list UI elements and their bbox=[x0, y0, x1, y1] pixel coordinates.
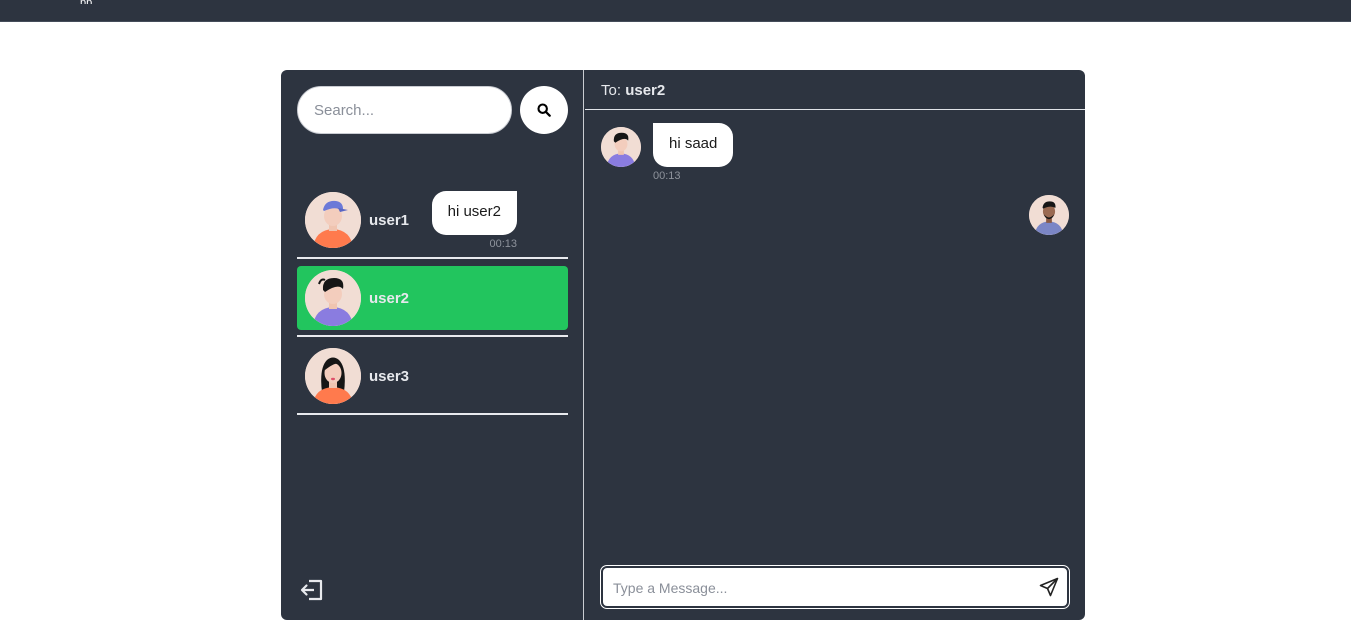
chat-app: user1 user2 bbox=[281, 70, 1085, 620]
chat-header: To: user2 bbox=[585, 70, 1085, 110]
avatar bbox=[305, 192, 361, 248]
user-item-user2[interactable]: user2 bbox=[297, 266, 568, 337]
chat-panel: To: user2 hi saad 00:13 hi user2 00:13 bbox=[431, 70, 1085, 620]
avatar bbox=[601, 127, 641, 167]
avatar bbox=[1029, 195, 1069, 235]
user-name: user1 bbox=[369, 211, 410, 229]
message-composer bbox=[601, 566, 1069, 608]
navbar-fragment: pp bbox=[80, 0, 94, 4]
message-bubble: hi saad bbox=[653, 123, 734, 167]
sidebar: user1 user2 bbox=[281, 70, 584, 620]
search-icon bbox=[537, 103, 551, 117]
search-button[interactable] bbox=[520, 86, 568, 134]
logout-icon[interactable] bbox=[299, 577, 325, 603]
message-input[interactable] bbox=[611, 568, 1035, 608]
avatar bbox=[305, 348, 361, 404]
message-time: 00:13 bbox=[489, 238, 517, 250]
user-name: user2 bbox=[369, 289, 410, 307]
avatar bbox=[305, 270, 361, 326]
send-icon[interactable] bbox=[1037, 575, 1061, 599]
message-bubble: hi user2 bbox=[431, 191, 517, 235]
search-input[interactable] bbox=[297, 86, 512, 134]
recipient-name: user2 bbox=[625, 82, 666, 99]
message-time: 00:13 bbox=[653, 170, 681, 182]
to-label: To: bbox=[601, 82, 622, 99]
top-navbar: pp bbox=[0, 0, 1351, 22]
user-name: user3 bbox=[369, 367, 410, 385]
user-item-user3[interactable]: user3 bbox=[297, 344, 568, 415]
